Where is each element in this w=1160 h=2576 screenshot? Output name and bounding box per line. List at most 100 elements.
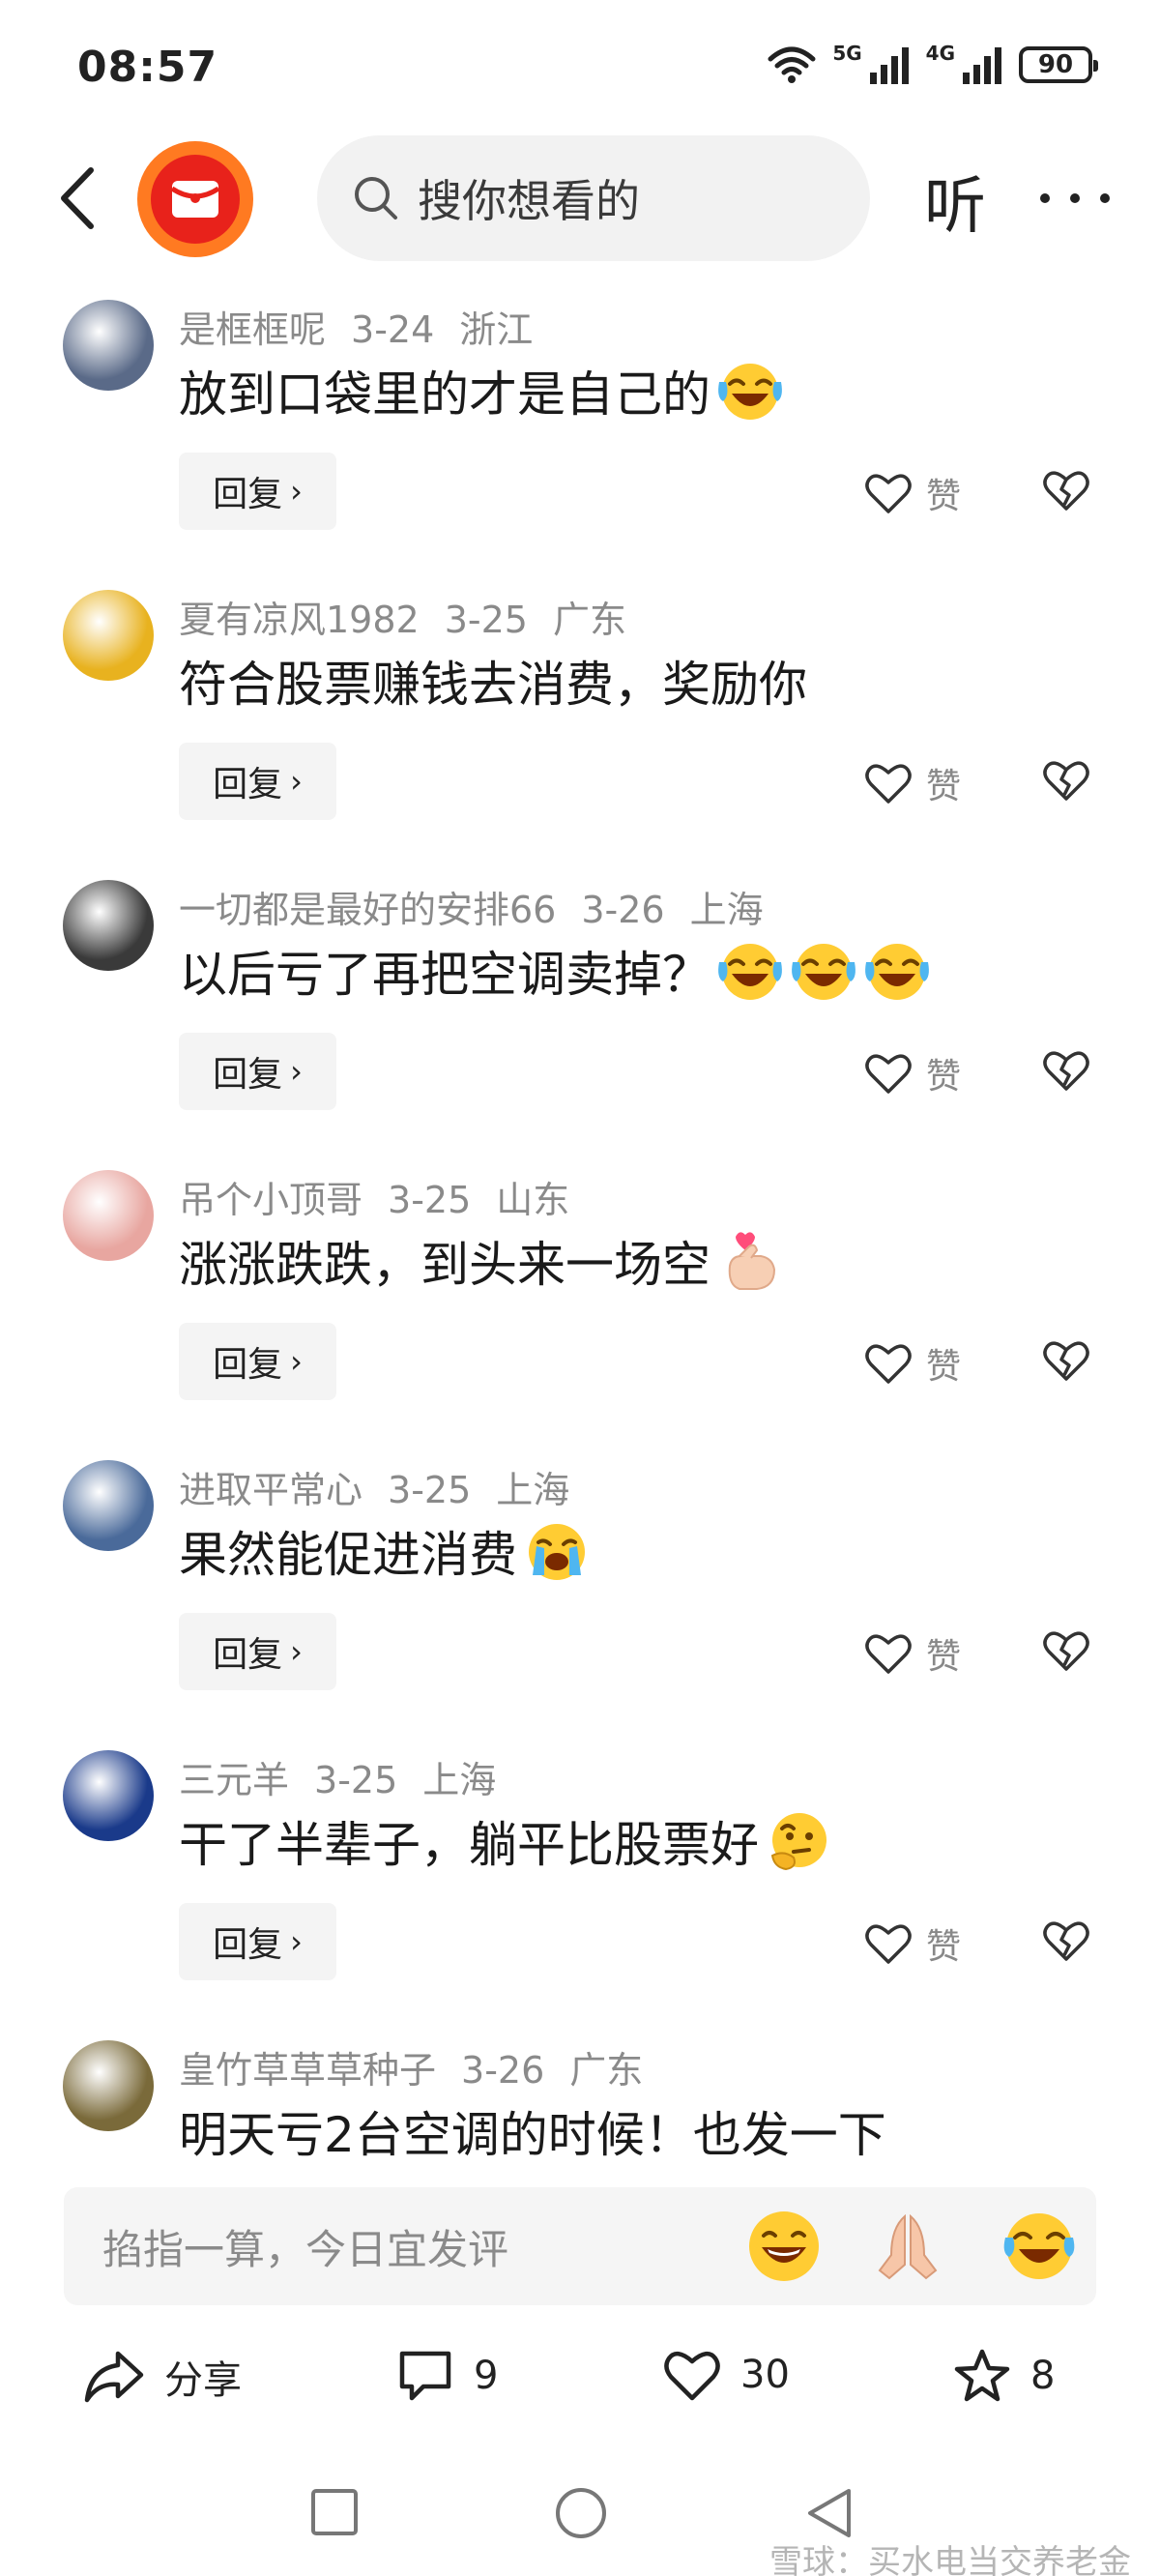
reply-button[interactable]: 回复 › [179,1613,336,1690]
like-button[interactable]: 赞 [864,1338,961,1389]
star-icon [954,2349,1010,2402]
comment-username[interactable]: 进取平常心 [179,1469,362,1511]
more-options-button[interactable] [1040,164,1110,232]
dislike-button[interactable] [1042,758,1090,806]
like-button[interactable]: 赞 [864,1918,961,1969]
reply-button[interactable]: 回复 › [179,1903,336,1980]
back-nav-icon[interactable] [802,2485,856,2541]
recent-apps-icon[interactable] [307,2485,362,2539]
comment-username[interactable]: 一切都是最好的安排66 [179,889,556,931]
comment-location: 上海 [422,1759,497,1801]
comment-username[interactable]: 吊个小顶哥 [179,1179,362,1221]
comment-date: 3-26 [461,2049,545,2092]
chevron-right-icon: › [290,473,303,510]
finger-heart-emoji-icon [728,1232,776,1290]
laughing-crying-emoji-icon [792,944,856,1000]
dislike-button[interactable] [1042,1628,1090,1677]
comment-meta: 夏有凉风1982 3-25 广东 [179,590,652,643]
chevron-right-icon: › [290,1343,303,1380]
like-button[interactable]: 赞 [864,468,961,518]
comment-username[interactable]: 夏有凉风1982 [179,599,420,641]
chevron-left-icon [61,167,94,229]
comment-meta: 一切都是最好的安排66 3-26 上海 [179,880,789,933]
like-label: 赞 [926,1927,962,1967]
praying-hands-emoji-button[interactable] [870,2209,945,2284]
dot-icon [1040,193,1050,203]
comments-button[interactable]: 9 [396,2348,498,2404]
avatar[interactable] [63,880,154,971]
reply-label: 回复 [213,1925,283,1965]
search-input[interactable]: 搜你想看的 [317,135,870,261]
comment-input[interactable]: 掐指一算，今日宜发评 [64,2187,1096,2305]
comment-item: 是框框呢 3-24 浙江 放到口袋里的才是自己的 回复 › 赞 [0,290,1160,580]
comment-text: 果然能促进消费 [179,1527,517,1583]
comment-meta: 吊个小顶哥 3-25 山东 [179,1170,594,1223]
broken-heart-icon [1043,1341,1089,1381]
heart-icon [865,1344,912,1384]
share-button[interactable]: 分享 [83,2348,242,2406]
dot-icon [1100,193,1110,203]
like-label: 赞 [926,477,962,516]
reply-label: 回复 [213,1055,283,1095]
comment-item: 进取平常心 3-25 上海 果然能促进消费 回复 › 赞 [0,1450,1160,1741]
avatar[interactable] [63,590,154,681]
network-label-1: 5G [832,42,862,65]
laughing-crying-emoji-icon [865,944,929,1000]
comment-text: 明天亏2台空调的时候！也发一下 [179,2107,886,2163]
chevron-right-icon: › [290,1053,303,1090]
comment-meta: 三元羊 3-25 上海 [179,1750,521,1803]
heart-icon [865,1634,912,1674]
avatar[interactable] [63,1460,154,1551]
signal-icon [869,47,909,84]
comment-date: 3-25 [388,1179,472,1221]
reply-button[interactable]: 回复 › [179,1033,336,1110]
status-icons: 5G 4G 90 [767,41,1098,89]
comment-content: 明天亏2台空调的时候！也发一下 [179,2096,886,2166]
laughing-crying-emoji-button[interactable] [1001,2209,1077,2284]
thinking-face-emoji-icon [770,1813,826,1871]
dislike-button[interactable] [1042,468,1090,516]
reply-button[interactable]: 回复 › [179,1323,336,1400]
watermark-text: 雪球：买水电当交养老金 [769,2543,1131,2576]
app-logo[interactable] [137,141,253,257]
broken-heart-icon [1043,471,1089,511]
comment-text: 符合股票赚钱去消费，奖励你 [179,657,807,713]
comment-content: 果然能促进消费 [179,1516,591,1586]
search-placeholder: 搜你想看的 [418,175,640,227]
home-icon[interactable] [553,2485,609,2541]
comment-date: 3-25 [314,1759,398,1801]
comment-list: 是框框呢 3-24 浙江 放到口袋里的才是自己的 回复 › 赞夏有凉风1982 3-25 广东符… [0,290,1160,2185]
dislike-button[interactable] [1042,1048,1090,1097]
like-button[interactable]: 赞 [864,758,961,808]
grinning-emoji-button[interactable] [746,2209,822,2284]
comment-item: 一切都是最好的安排66 3-26 上海 以后亏了再把空调卖掉？ 回复 › 赞 [0,870,1160,1160]
heart-icon [865,764,912,804]
like-button[interactable]: 赞 [864,1628,961,1679]
comment-username[interactable]: 三元羊 [179,1759,289,1801]
avatar[interactable] [63,1750,154,1841]
chevron-right-icon: › [290,1633,303,1670]
comment-username[interactable]: 皇竹草草草种子 [179,2049,436,2092]
avatar[interactable] [63,1170,154,1261]
back-button[interactable] [48,164,106,232]
status-time: 08:57 [77,43,218,92]
favorite-button[interactable]: 8 [953,2348,1055,2404]
dislike-button[interactable] [1042,1338,1090,1387]
avatar[interactable] [63,2040,154,2131]
like-post-button[interactable]: 30 [663,2348,790,2402]
listen-button[interactable]: 听 [924,157,986,246]
signal-icon [963,47,1001,84]
chevron-right-icon: › [290,1923,303,1960]
dislike-button[interactable] [1042,1918,1090,1967]
wifi-icon [768,46,816,83]
like-label: 赞 [926,1637,962,1677]
avatar[interactable] [63,300,154,391]
reply-button[interactable]: 回复 › [179,743,336,820]
heart-icon [865,1054,912,1094]
battery-indicator: 90 [1019,46,1098,83]
reply-button[interactable]: 回复 › [179,453,336,530]
like-label: 赞 [926,1057,962,1097]
comment-content: 干了半辈子，躺平比股票好 [179,1806,832,1876]
like-button[interactable]: 赞 [864,1048,961,1098]
comment-username[interactable]: 是框框呢 [179,308,326,351]
